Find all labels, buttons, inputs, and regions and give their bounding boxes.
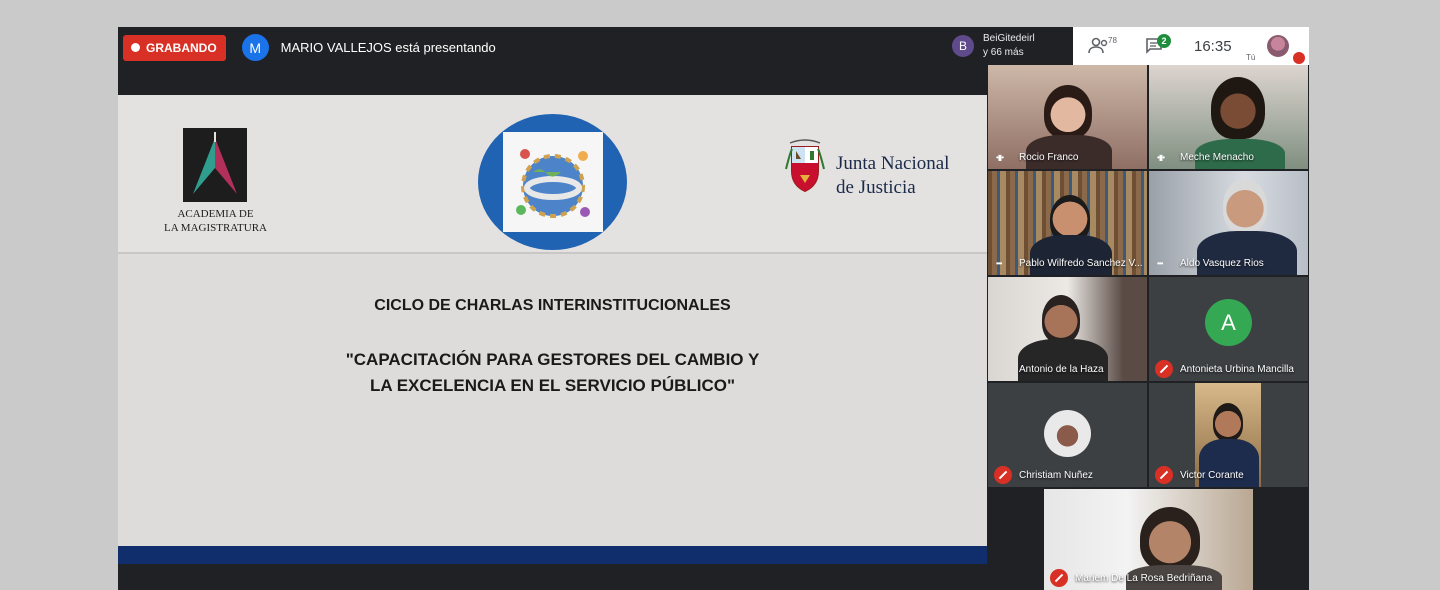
presenter-status: MARIO VALLEJOS está presentando (280, 40, 496, 55)
academia-line1: ACADEMIA DE (177, 208, 254, 220)
meeting-controls: 78 2 16:35 Tú (1073, 27, 1309, 65)
participant-video (1044, 85, 1092, 139)
participant-initial-avatar: A (1205, 299, 1252, 346)
academia-line2: LA MAGISTRATURA (164, 222, 267, 234)
notification-text: BeiGitedeirl y 66 más (983, 32, 1035, 60)
notification-line1: BeiGitedeirl (983, 33, 1035, 44)
participant-video (1211, 77, 1265, 139)
participant-head (1213, 403, 1243, 441)
self-label: Tú (1246, 53, 1256, 62)
participant-name: Victor Corante (1180, 470, 1244, 481)
academia-logo-icon (183, 128, 247, 202)
jnj-line2: de Justicia (836, 177, 916, 198)
chat-badge: 2 (1157, 34, 1171, 48)
participant-name: Rocio Franco (1019, 152, 1079, 163)
slide-header: ACADEMIA DE LA MAGISTRATURA Junta Nacion… (118, 95, 987, 254)
presenter-avatar: M (241, 34, 269, 61)
recording-label: GRABANDO (146, 40, 217, 55)
jnj-logo-text: Junta Nacional de Justicia (836, 152, 949, 200)
participant-video (1042, 295, 1080, 343)
slide-subtitle-line2: LA EXCELENCIA EN EL SERVICIO PÚBLICO" (369, 376, 736, 395)
self-avatar[interactable] (1267, 35, 1289, 57)
participant-name: Meche Menacho (1180, 152, 1254, 163)
participant-tile[interactable]: •▮• Rocio Franco (988, 65, 1147, 169)
participant-tile[interactable]: Mariem De La Rosa Bedriñana (1044, 489, 1253, 590)
participant-name: Antonieta Urbina Mancilla (1180, 364, 1294, 375)
participant-tile[interactable]: A Antonieta Urbina Mancilla (1149, 277, 1308, 381)
presented-slide: ACADEMIA DE LA MAGISTRATURA Junta Nacion… (118, 95, 987, 564)
participant-name: Aldo Vasquez Rios (1180, 258, 1264, 269)
meet-window: GRABANDO M MARIO VALLEJOS está presentan… (118, 27, 1309, 590)
participant-tile[interactable]: Victor Corante (1149, 383, 1308, 487)
academia-logo-text: ACADEMIA DE LA MAGISTRATURA (158, 207, 273, 235)
slide-title: CICLO DE CHARLAS INTERINSTITUCIONALES (374, 297, 731, 314)
participant-body (1030, 235, 1112, 275)
meeting-clock: 16:35 (1194, 38, 1232, 55)
participant-photo (1044, 410, 1091, 457)
top-bar: GRABANDO M MARIO VALLEJOS está presentan… (118, 27, 986, 68)
participant-tile[interactable]: ••• Aldo Vasquez Rios (1149, 171, 1308, 275)
globe-emblem-icon (503, 132, 603, 232)
participant-tile[interactable]: Antonio de la Haza (988, 277, 1147, 381)
notification-avatar: B (952, 35, 974, 57)
recording-badge[interactable]: GRABANDO (123, 34, 226, 61)
participant-name: Christiam Nuñez (1019, 470, 1093, 481)
slide-footer-bar (118, 546, 987, 564)
slide-subtitle-line1: "CAPACITACIÓN PARA GESTORES DEL CAMBIO Y (345, 350, 760, 369)
participant-video (1223, 179, 1267, 233)
people-count: 78 (1108, 36, 1117, 45)
notification-line2: y 66 más (983, 47, 1024, 58)
participant-video (1140, 507, 1200, 571)
jnj-line1: Junta Nacional (836, 153, 950, 174)
participant-name: Pablo Wilfredo Sanchez V... (1019, 258, 1143, 269)
participants-notification[interactable]: B BeiGitedeirl y 66 más (947, 27, 1073, 65)
participant-name: Mariem De La Rosa Bedriñana (1075, 573, 1213, 584)
self-mic-off-icon (1293, 52, 1305, 64)
participant-tile[interactable]: ••• Pablo Wilfredo Sanchez V... (988, 171, 1147, 275)
participant-name: Antonio de la Haza (1019, 364, 1104, 375)
slide-subtitle: "CAPACITACIÓN PARA GESTORES DEL CAMBIO Y… (118, 347, 987, 399)
peru-coat-of-arms-icon (785, 139, 825, 193)
participant-tile[interactable]: Christiam Nuñez (988, 383, 1147, 487)
participant-tile[interactable]: •▮• Meche Menacho (1149, 65, 1308, 169)
record-dot-icon (131, 43, 140, 52)
